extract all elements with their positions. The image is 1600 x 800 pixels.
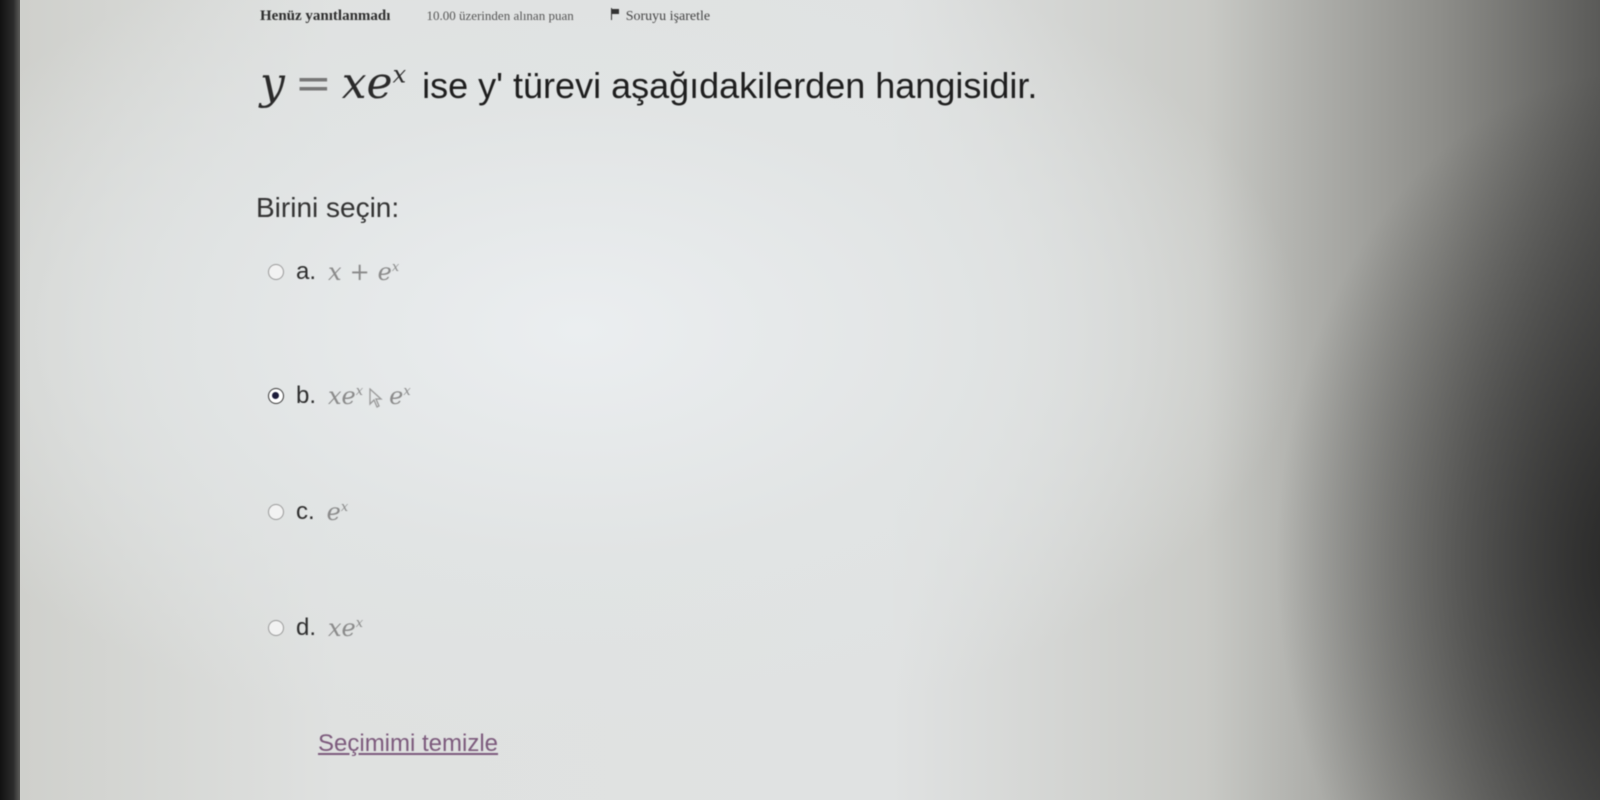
- choose-one-label: Birini seçin:: [256, 192, 400, 223]
- option-b-radio[interactable]: [268, 388, 284, 404]
- quiz-question: Henüz yanıtlanmadı 10.00 üzerinden alına…: [256, 0, 1260, 800]
- answer-status: Henüz yanıtlanmadı: [260, 8, 391, 24]
- option-b-letter: b.: [296, 382, 317, 409]
- option-b[interactable]: b. xex ex: [268, 382, 411, 410]
- option-c[interactable]: c. ex: [268, 498, 348, 526]
- option-d[interactable]: d. xex: [268, 614, 363, 642]
- mouse-cursor-icon: [369, 387, 383, 408]
- question-info-bar: Henüz yanıtlanmadı 10.00 üzerinden alına…: [260, 8, 710, 25]
- option-a-radio[interactable]: [268, 264, 284, 280]
- option-a-letter: a.: [296, 258, 317, 285]
- question-formula: y = xex: [260, 58, 407, 109]
- question-statement: ise y' türevi aşağıdakilerden hangisidir…: [422, 65, 1038, 106]
- monitor-bezel: [0, 0, 22, 800]
- option-b-formula: xex ex: [328, 382, 411, 410]
- option-d-radio[interactable]: [268, 620, 284, 636]
- flag-icon: [610, 8, 620, 20]
- option-c-radio[interactable]: [268, 504, 284, 520]
- clear-selection-link[interactable]: Seçimimi temizle: [318, 730, 498, 758]
- option-c-letter: c.: [296, 498, 315, 525]
- option-a-formula: x + ex: [328, 258, 400, 286]
- flag-question-link[interactable]: Soruyu işaretle: [610, 8, 710, 25]
- option-d-formula: xex: [328, 614, 364, 642]
- points-info: 10.00 üzerinden alınan puan: [426, 8, 574, 23]
- option-c-formula: ex: [326, 498, 349, 526]
- option-d-letter: d.: [296, 614, 317, 641]
- option-a[interactable]: a. x + ex: [268, 258, 399, 286]
- question-text: y = xex ise y' türevi aşağıdakilerden hang…: [260, 58, 1037, 109]
- flag-question-label: Soruyu işaretle: [625, 9, 711, 24]
